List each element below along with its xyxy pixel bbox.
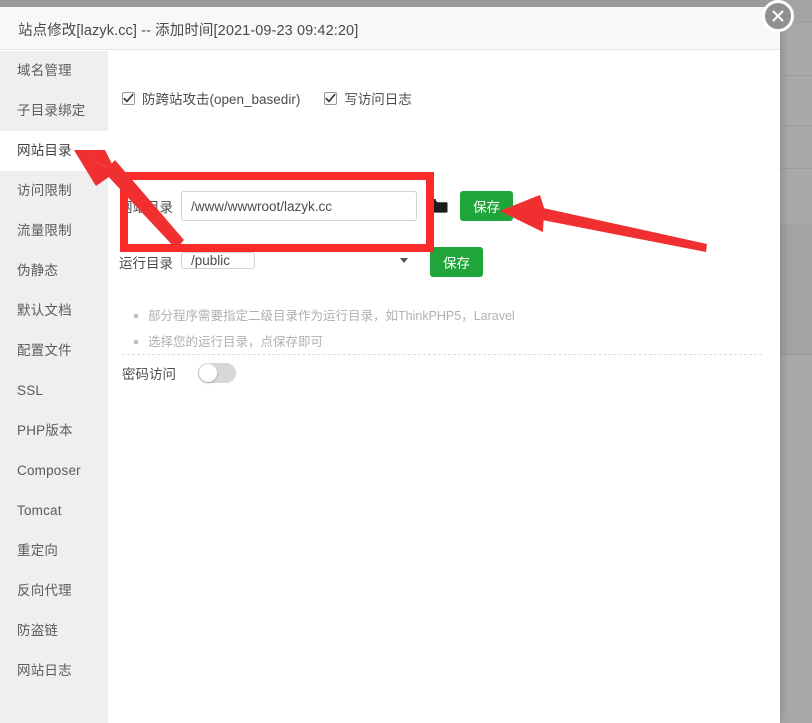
checkbox-write-access-log[interactable]: 写访问日志	[324, 88, 412, 108]
section-divider	[122, 354, 762, 355]
save-site-directory-button[interactable]: 保存	[460, 191, 513, 221]
sidebar-item-redirect[interactable]: 重定向	[0, 531, 108, 571]
sidebar-item-domain[interactable]: 域名管理	[0, 51, 108, 91]
checkbox-checked-icon[interactable]	[122, 91, 135, 105]
content-panel: 防跨站攻击(open_basedir) 写访问日志 网站目录 保存	[108, 51, 780, 723]
site-directory-input[interactable]	[181, 191, 417, 221]
sidebar-item-tomcat[interactable]: Tomcat	[0, 491, 108, 531]
password-access-row: 密码访问	[122, 363, 236, 383]
folder-icon[interactable]	[429, 198, 448, 214]
page-title: 站点修改[lazyk.cc] -- 添加时间[2021-09-23 09:42:…	[18, 23, 359, 39]
checkbox-row: 防跨站攻击(open_basedir) 写访问日志	[122, 88, 412, 108]
sidebar-item-traffic-limit[interactable]: 流量限制	[0, 211, 108, 251]
save-run-directory-button[interactable]: 保存	[430, 247, 483, 277]
checkbox-label: 写访问日志	[344, 92, 412, 107]
sidebar: 域名管理 子目录绑定 网站目录 访问限制 流量限制 伪静态 默认文档 配置文件 …	[0, 51, 108, 723]
sidebar-item-config-file[interactable]: 配置文件	[0, 331, 108, 371]
modal-titlebar: 站点修改[lazyk.cc] -- 添加时间[2021-09-23 09:42:…	[0, 7, 780, 50]
sidebar-item-php-version[interactable]: PHP版本	[0, 411, 108, 451]
run-directory-label: 运行目录	[119, 256, 173, 271]
site-directory-row: 网站目录 保存	[119, 191, 513, 221]
modal-top-strip	[0, 0, 780, 7]
checkbox-checked-icon[interactable]	[324, 91, 338, 105]
sidebar-item-composer[interactable]: Composer	[0, 451, 108, 491]
run-directory-row: 运行目录 /public 保存	[119, 247, 483, 277]
sidebar-item-rewrite[interactable]: 伪静态	[0, 251, 108, 291]
hint-item: 部分程序需要指定二级目录作为运行目录，如ThinkPHP5，Laravel	[132, 303, 732, 329]
run-directory-select[interactable]: /public	[181, 247, 417, 277]
hint-list: 部分程序需要指定二级目录作为运行目录，如ThinkPHP5，Laravel 选择…	[132, 303, 732, 355]
hint-item: 选择您的运行目录，点保存即可	[132, 329, 732, 355]
site-edit-modal: 站点修改[lazyk.cc] -- 添加时间[2021-09-23 09:42:…	[0, 0, 780, 723]
sidebar-item-anti-leech[interactable]: 防盗链	[0, 611, 108, 651]
site-directory-label: 网站目录	[119, 200, 173, 215]
toggle-knob	[199, 364, 217, 382]
password-access-label: 密码访问	[122, 367, 176, 382]
password-access-toggle[interactable]	[198, 363, 236, 383]
checkbox-open-basedir[interactable]: 防跨站攻击(open_basedir)	[122, 88, 300, 108]
sidebar-item-site-log[interactable]: 网站日志	[0, 651, 108, 691]
sidebar-item-access-limit[interactable]: 访问限制	[0, 171, 108, 211]
sidebar-item-ssl[interactable]: SSL	[0, 371, 108, 411]
chevron-down-icon	[400, 258, 408, 263]
sidebar-item-reverse-proxy[interactable]: 反向代理	[0, 571, 108, 611]
close-button[interactable]	[762, 0, 794, 32]
checkbox-label: 防跨站攻击(open_basedir)	[142, 92, 301, 107]
sidebar-item-subdir[interactable]: 子目录绑定	[0, 91, 108, 131]
run-directory-selected-value[interactable]: /public	[181, 252, 256, 269]
sidebar-item-sitedir[interactable]: 网站目录	[0, 131, 108, 171]
sidebar-item-default-doc[interactable]: 默认文档	[0, 291, 108, 331]
